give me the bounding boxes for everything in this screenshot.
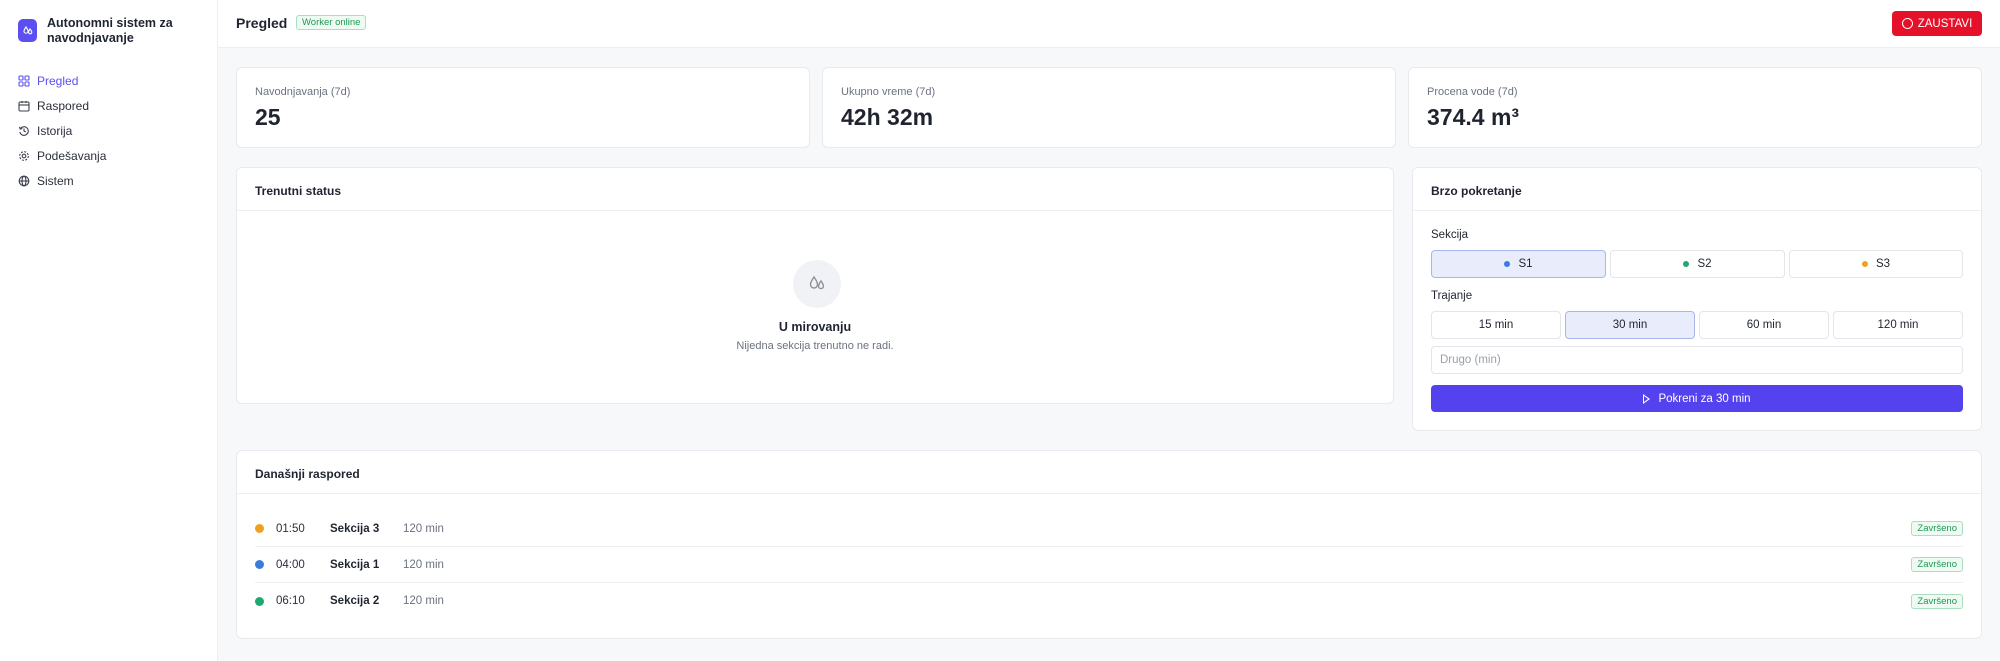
section-color-dot: [255, 596, 264, 606]
app-name: Autonomni sistem za navodnjavanje: [47, 16, 173, 45]
section-color-dot: [255, 524, 264, 533]
status-badge: Završeno: [1911, 557, 1963, 572]
sidebar-item-label: Raspored: [37, 98, 90, 113]
schedule-duration: 120 min: [403, 558, 444, 571]
grid-icon: [18, 74, 30, 87]
sidebar-item-podesavanja[interactable]: Podešavanja: [0, 143, 217, 168]
divider: [237, 210, 1393, 211]
section-color-dot: [1861, 261, 1868, 267]
duration-option-30[interactable]: 30 min: [1565, 311, 1695, 339]
schedule-time: 06:10: [276, 595, 305, 607]
section-color-dot: [1504, 261, 1511, 267]
stop-button-label: ZAUSTAVI: [1917, 17, 1973, 30]
start-button[interactable]: Pokreni za 30 min: [1431, 385, 1963, 412]
duration-option-label: 15 min: [1478, 319, 1514, 331]
status-badge: Završeno: [1911, 521, 1963, 536]
globe-icon: [18, 175, 30, 187]
current-status-card: Trenutni status U mirovanju Nijedna sekc…: [236, 167, 1394, 404]
card-title: Današnji raspored: [255, 467, 360, 481]
stat-label: Navodnjavanja (7d): [255, 86, 351, 98]
sidebar-item-label: Pregled: [37, 73, 79, 88]
stop-button[interactable]: ZAUSTAVI: [1892, 11, 1982, 36]
section-label: Sekcija: [1431, 229, 1469, 241]
stat-card-total-time: Ukupno vreme (7d) 42h 32m: [822, 67, 1396, 148]
section-option-label: S2: [1697, 258, 1712, 270]
schedule-section: Sekcija 2: [330, 595, 380, 607]
table-row[interactable]: 06:10 Sekcija 2 120 min Završeno: [255, 583, 1963, 619]
duration-option-label: 60 min: [1746, 319, 1782, 331]
section-color-dot: [1683, 261, 1690, 267]
stat-label: Ukupno vreme (7d): [841, 86, 936, 98]
status-title: U mirovanju: [778, 320, 852, 334]
stat-value: 42h 32m: [841, 104, 934, 130]
sidebar-item-label: Sistem: [37, 173, 74, 188]
schedule-duration: 120 min: [403, 595, 444, 607]
section-color-dot: [255, 560, 264, 569]
section-option-s3[interactable]: S3: [1789, 250, 1963, 278]
divider: [237, 493, 1981, 494]
water-drops-icon: [793, 260, 841, 308]
duration-option-15[interactable]: 15 min: [1431, 311, 1561, 339]
section-option-label: S3: [1875, 258, 1891, 270]
sidebar: Autonomni sistem za navodnjavanje Pregle…: [0, 0, 218, 661]
stat-value: 374.4 m³: [1427, 104, 1520, 130]
top-header: Pregled Worker online ZAUSTAVI: [218, 0, 2000, 48]
stat-card-irrigations: Navodnjavanja (7d) 25: [236, 67, 810, 148]
table-row[interactable]: 01:50 Sekcija 3 120 min Završeno: [255, 511, 1963, 547]
page-title: Pregled: [236, 15, 288, 31]
sidebar-item-raspored[interactable]: Raspored: [0, 93, 217, 118]
sidebar-item-sistem[interactable]: Sistem: [0, 168, 217, 193]
schedule-duration: 120 min: [403, 522, 444, 535]
stop-circle-icon: [1901, 18, 1913, 29]
stat-card-water: Procena vode (7d) 374.4 m³: [1408, 67, 1982, 148]
sidebar-nav: Pregled Raspored Istorija Podešavanja Si…: [0, 68, 217, 193]
custom-duration-input[interactable]: [1431, 346, 1963, 374]
duration-option-120[interactable]: 120 min: [1833, 311, 1963, 339]
divider: [1413, 210, 1981, 211]
schedule-card: Današnji raspored 01:50 Sekcija 3 120 mi…: [236, 450, 1982, 639]
gear-icon: [18, 150, 30, 162]
play-icon: [1643, 393, 1651, 404]
start-button-label: Pokreni za 30 min: [1658, 392, 1751, 405]
section-option-s1[interactable]: S1: [1431, 250, 1606, 278]
stat-value: 25: [255, 104, 281, 130]
section-option-s2[interactable]: S2: [1610, 250, 1785, 278]
card-title: Trenutni status: [255, 184, 342, 198]
table-row[interactable]: 04:00 Sekcija 1 120 min Završeno: [255, 547, 1963, 583]
sidebar-item-label: Podešavanja: [37, 148, 107, 163]
calendar-icon: [18, 100, 30, 112]
schedule-section: Sekcija 3: [330, 522, 380, 535]
duration-label: Trajanje: [1431, 290, 1473, 302]
schedule-section: Sekcija 1: [330, 558, 380, 571]
duration-option-label: 30 min: [1612, 319, 1648, 331]
duration-option-label: 120 min: [1877, 319, 1919, 331]
schedule-time: 04:00: [276, 558, 305, 571]
sidebar-item-istorija[interactable]: Istorija: [0, 118, 217, 143]
section-option-label: S1: [1518, 258, 1533, 270]
status-subtitle: Nijedna sekcija trenutno ne radi.: [736, 340, 894, 352]
schedule-time: 01:50: [276, 522, 305, 535]
status-badge: Završeno: [1911, 593, 1963, 609]
water-drop-logo-icon: [18, 19, 37, 42]
duration-option-60[interactable]: 60 min: [1699, 311, 1829, 339]
quick-start-card: Brzo pokretanje Sekcija S1 S2 S3 Trajanj…: [1412, 167, 1982, 431]
stat-label: Procena vode (7d): [1427, 86, 1518, 98]
history-icon: [18, 125, 30, 137]
sidebar-item-label: Istorija: [37, 123, 73, 138]
brand[interactable]: Autonomni sistem za navodnjavanje: [0, 0, 217, 46]
worker-status-badge: Worker online: [296, 15, 367, 30]
sidebar-item-pregled[interactable]: Pregled: [0, 68, 217, 93]
card-title: Brzo pokretanje: [1431, 184, 1522, 198]
